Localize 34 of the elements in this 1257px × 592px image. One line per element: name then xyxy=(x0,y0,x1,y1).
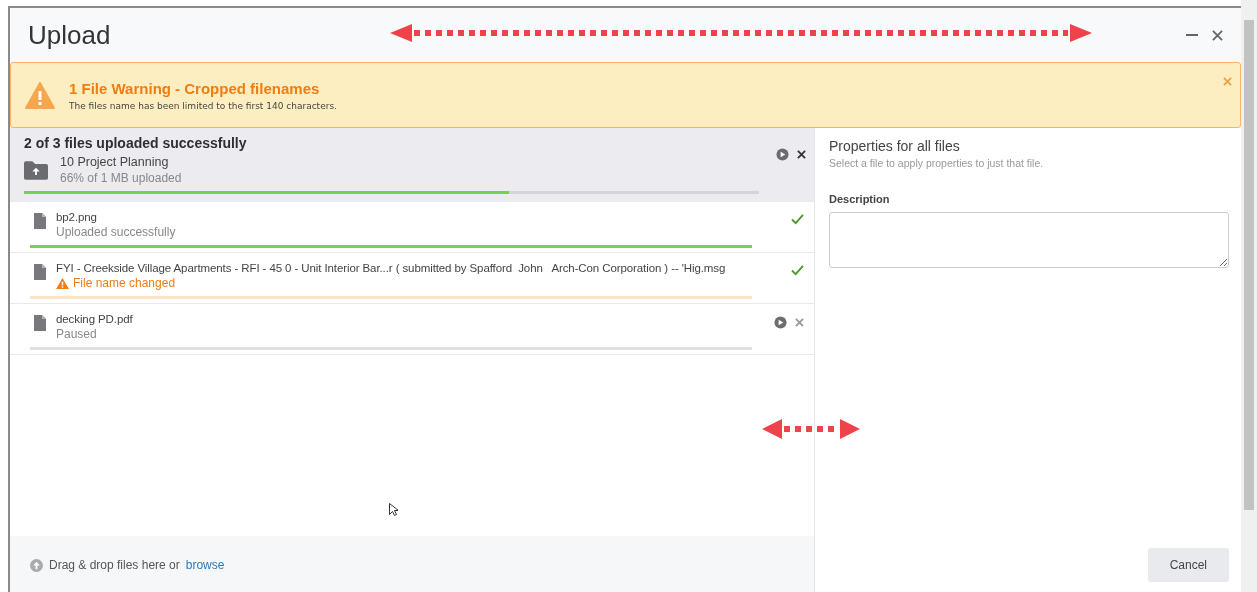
file-status: Paused xyxy=(56,327,98,341)
file-status: Uploaded successfully xyxy=(56,225,176,239)
resume-icon[interactable] xyxy=(774,316,787,329)
folder-name: 10 Project Planning xyxy=(60,155,170,169)
file-icon xyxy=(34,264,46,280)
file-name: bp2.png xyxy=(56,211,98,223)
resume-icon[interactable] xyxy=(776,148,789,161)
field-label: Description xyxy=(829,193,891,205)
summary-heading: 2 of 3 files uploaded successfully xyxy=(24,135,248,151)
browse-link[interactable]: browse xyxy=(185,558,225,572)
folder-upload-icon xyxy=(24,160,48,180)
close-icon[interactable] xyxy=(797,150,806,159)
description-field[interactable] xyxy=(829,212,1229,268)
warning-title: 1 File Warning - Cropped filenames xyxy=(69,79,321,97)
properties-hint: Select a file to apply properties to just that file. xyxy=(829,157,1045,169)
warning-message: The files name has been limited to the first 140 characters. xyxy=(69,100,337,111)
scrollbar[interactable] xyxy=(1241,0,1257,592)
properties-title: Properties for all files xyxy=(829,138,961,154)
mouse-cursor-icon xyxy=(389,503,398,516)
window-title: Upload xyxy=(28,19,111,51)
file-icon xyxy=(34,213,46,229)
cancel-button[interactable]: Cancel xyxy=(1147,548,1229,582)
file-name: FYI - Creekside Village Apartments - RFI - 45 0 - Unit Interior Bar...r ( submitted by Spafford John Arch-Con Corporation ) -- 'Hig.msg xyxy=(56,262,726,274)
warning-icon xyxy=(25,81,55,109)
file-icon xyxy=(34,315,46,331)
warning-icon xyxy=(56,277,69,289)
file-status: File name changed xyxy=(73,276,176,290)
progress-text: 66% of 1 MB uploaded xyxy=(60,171,182,185)
dropzone-text: Drag & drop files here or xyxy=(49,558,180,572)
upload-icon xyxy=(30,558,43,572)
check-icon xyxy=(791,214,804,225)
close-icon[interactable] xyxy=(1212,29,1223,41)
file-name: decking PD.pdf xyxy=(56,313,133,325)
check-icon xyxy=(791,265,804,276)
